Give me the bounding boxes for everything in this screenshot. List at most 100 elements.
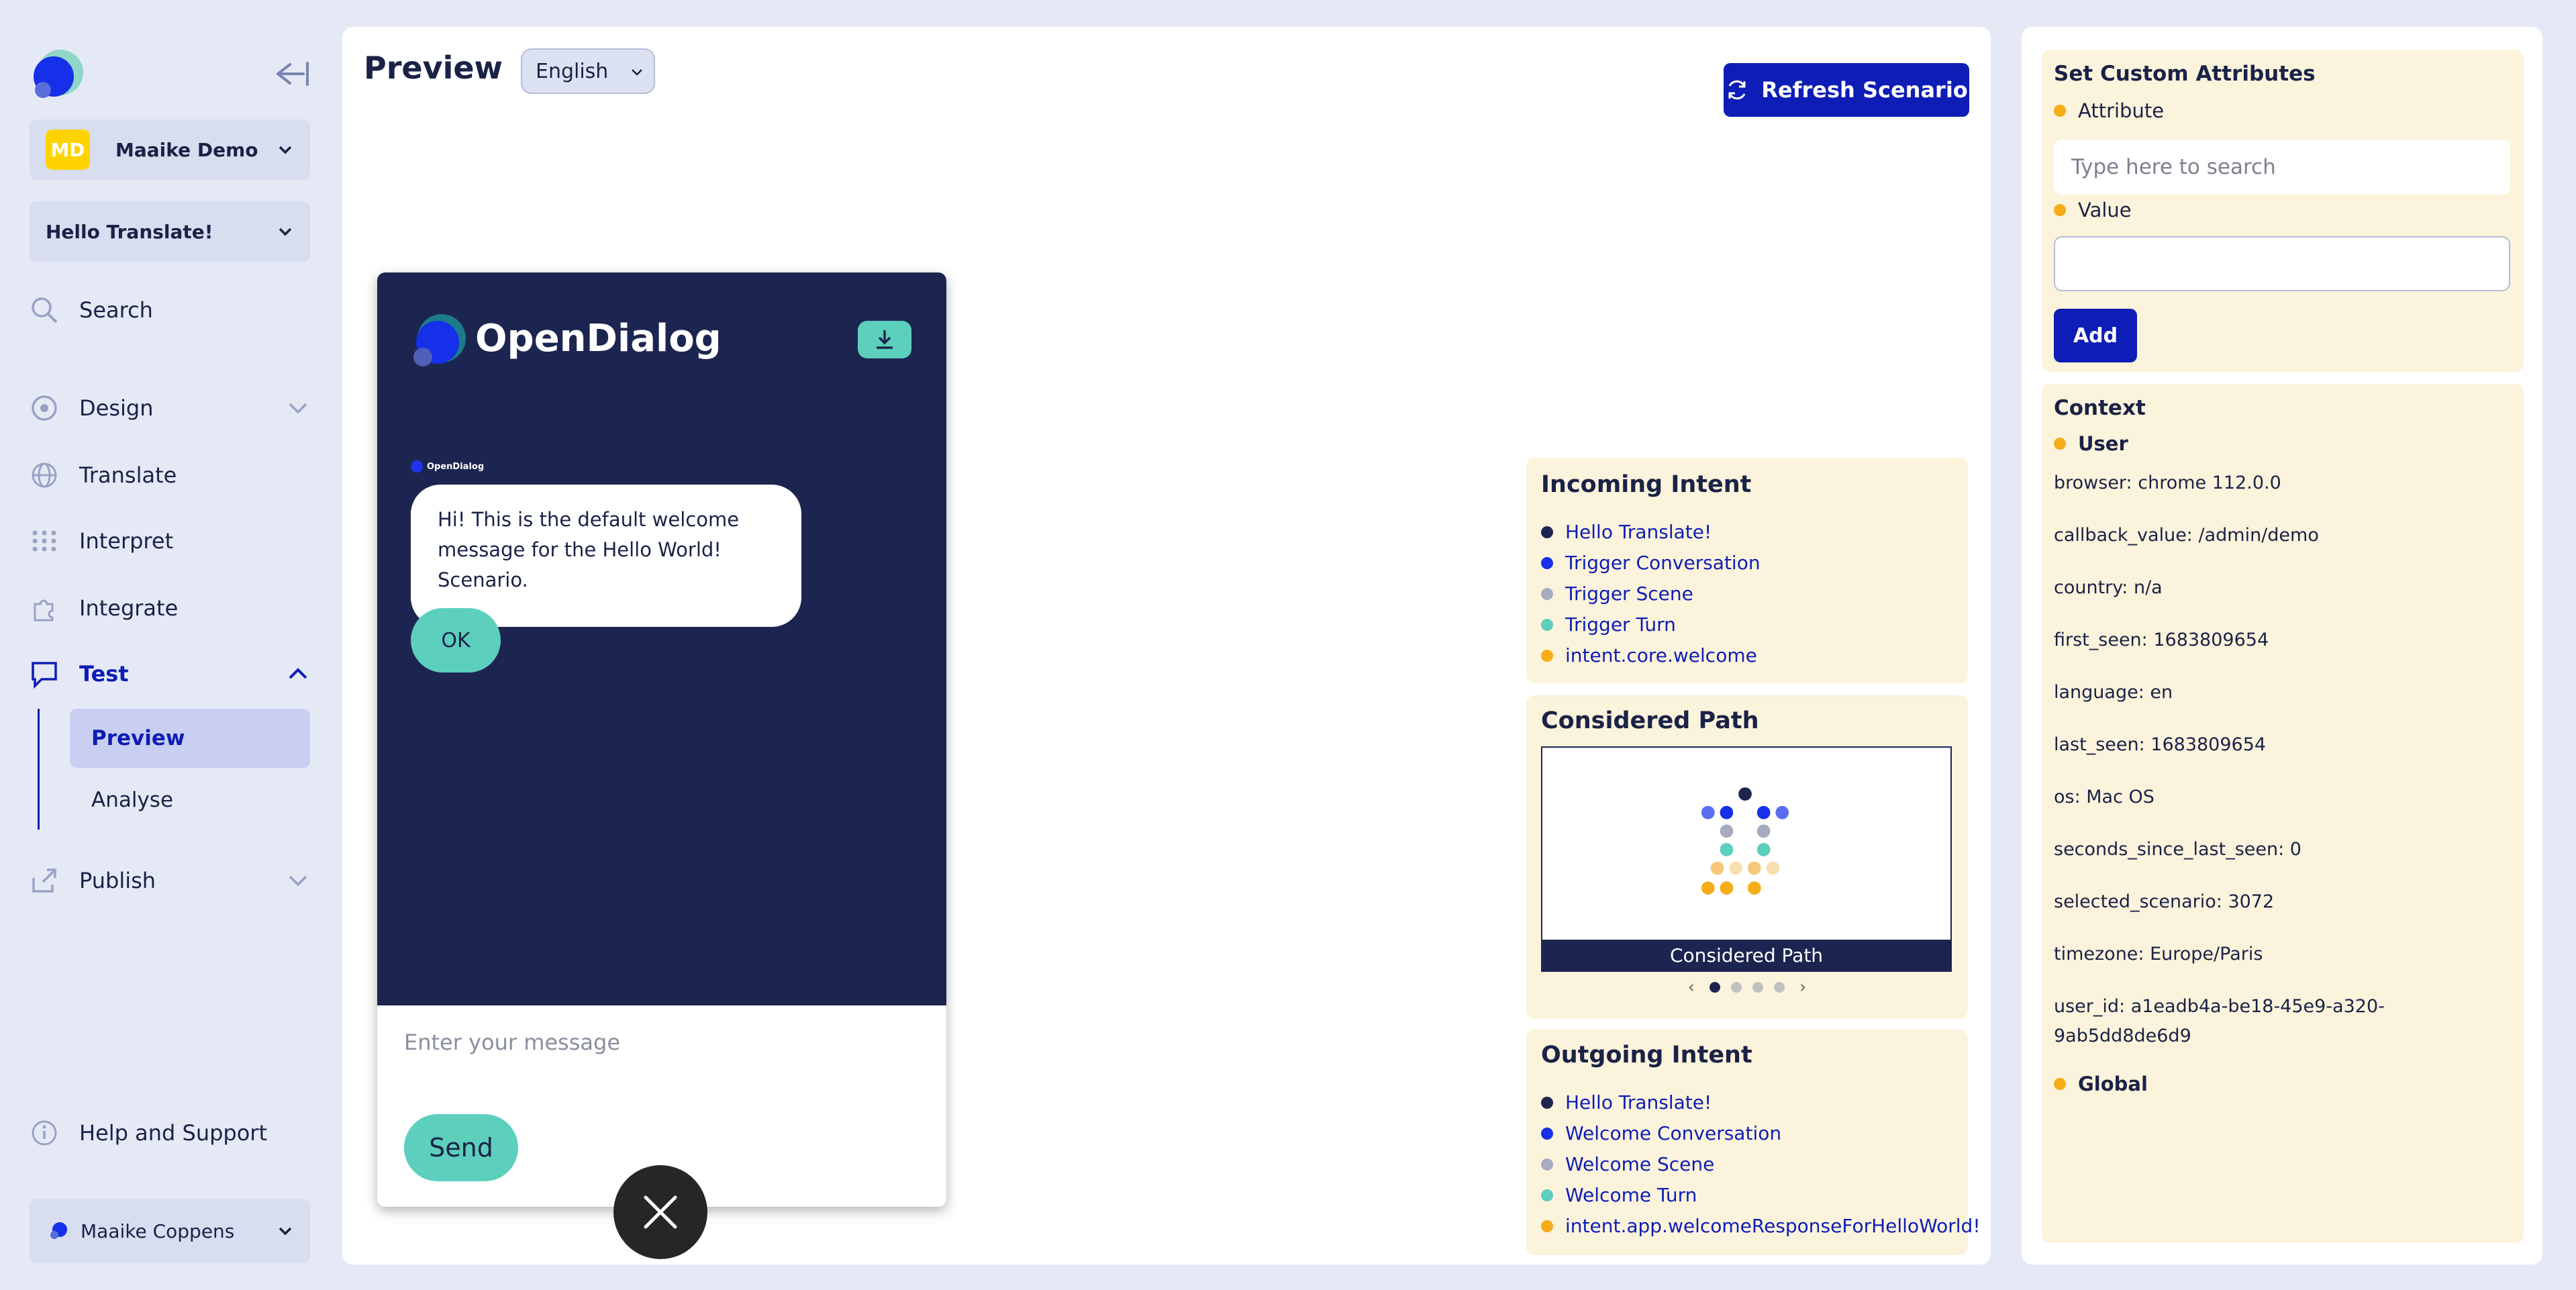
considered-path-title: Considered Path — [1541, 707, 1759, 734]
outgoing-item[interactable]: Welcome Turn — [1541, 1184, 1697, 1206]
close-chat-button[interactable] — [613, 1165, 707, 1259]
outgoing-item[interactable]: Hello Translate! — [1541, 1091, 1712, 1113]
puzzle-icon — [34, 599, 54, 622]
page-title: Preview — [364, 50, 503, 86]
nav-interpret[interactable]: Interpret — [30, 521, 318, 561]
scenario-select[interactable]: Hello Translate! — [30, 201, 310, 262]
sender-avatar-icon — [411, 460, 423, 473]
outgoing-item-label: Welcome Scene — [1565, 1153, 1715, 1175]
carousel-next-button[interactable]: › — [1799, 977, 1806, 997]
chevron-down-icon — [279, 228, 292, 236]
status-dot — [2054, 105, 2066, 117]
attribute-search-input[interactable]: Type here to search — [2054, 140, 2510, 195]
carousel-dot[interactable] — [1774, 982, 1785, 993]
nav-help-label: Help and Support — [79, 1120, 267, 1146]
outgoing-item[interactable]: Welcome Conversation — [1541, 1122, 1781, 1144]
incoming-item[interactable]: Trigger Scene — [1541, 583, 1693, 605]
legend-dot — [1541, 1189, 1553, 1201]
context-title: Context — [2054, 396, 2146, 420]
incoming-intent-title: Incoming Intent — [1541, 471, 1752, 498]
incoming-item-label: intent.core.welcome — [1565, 644, 1757, 666]
incoming-item-label: Trigger Turn — [1565, 613, 1676, 636]
nav-integrate[interactable]: Integrate — [30, 588, 318, 628]
legend-dot — [1541, 1220, 1553, 1232]
context-user-label-text: User — [2078, 432, 2128, 455]
chat-icon — [32, 662, 57, 689]
outgoing-item-label: Hello Translate! — [1565, 1091, 1712, 1113]
nav-preview[interactable]: Preview — [70, 709, 310, 768]
carousel-dot[interactable] — [1752, 982, 1763, 993]
context-line: last_seen: 1683809654 — [2054, 734, 2267, 755]
carousel-prev-button[interactable]: ‹ — [1688, 977, 1695, 997]
refresh-icon — [1728, 80, 1746, 100]
legend-dot — [1541, 649, 1553, 662]
download-button[interactable] — [858, 321, 911, 358]
context-line: os: Mac OS — [2054, 787, 2154, 807]
path-graph-image — [1701, 787, 1789, 895]
message-input[interactable]: Enter your message — [404, 1030, 620, 1055]
user-avatar-icon — [50, 1222, 67, 1239]
incoming-item[interactable]: intent.core.welcome — [1541, 644, 1757, 666]
nav-translate[interactable]: Translate — [30, 455, 318, 495]
collapse-sidebar-icon[interactable] — [274, 59, 311, 89]
nav-publish-label: Publish — [79, 868, 156, 893]
close-icon — [644, 1195, 677, 1229]
nav-help[interactable]: Help and Support — [30, 1113, 318, 1153]
language-select[interactable]: English — [521, 48, 655, 94]
nav-search[interactable]: Search — [30, 290, 318, 330]
nav-design[interactable]: Design — [30, 388, 318, 428]
incoming-item[interactable]: Hello Translate! — [1541, 521, 1712, 543]
status-dot — [2054, 438, 2066, 450]
context-line: first_seen: 1683809654 — [2054, 630, 2269, 650]
share-icon — [32, 869, 56, 893]
legend-dot — [1541, 556, 1553, 569]
outgoing-item-label: intent.app.welcomeResponseForHelloWorld! — [1565, 1215, 1981, 1237]
chevron-down-icon — [279, 1227, 292, 1236]
status-dot — [2054, 1078, 2066, 1090]
user-name: Maaike Coppens — [81, 1220, 235, 1242]
nav-analyse[interactable]: Analyse — [70, 771, 310, 830]
context-line: seconds_since_last_seen: 0 — [2054, 839, 2301, 860]
carousel-pager: ‹ › — [1526, 977, 1968, 997]
refresh-scenario-button[interactable]: Refresh Scenario — [1724, 63, 1969, 117]
sidebar: MD Maaike Demo Hello Translate! Search D… — [0, 0, 329, 1290]
context-line: user_id: a1eadb4a-be18-45e9-a320-9ab5dd8… — [2054, 996, 2385, 1046]
chevron-down-icon — [632, 69, 642, 76]
nav-publish[interactable]: Publish — [30, 860, 318, 901]
chevron-up-icon — [289, 668, 307, 679]
user-menu[interactable]: Maaike Coppens — [30, 1199, 310, 1263]
incoming-item-label: Hello Translate! — [1565, 521, 1712, 543]
value-label-text: Value — [2078, 199, 2132, 221]
outgoing-item[interactable]: intent.app.welcomeResponseForHelloWorld! — [1541, 1215, 1981, 1237]
carousel-dot[interactable] — [1731, 982, 1742, 993]
send-button[interactable]: Send — [404, 1114, 518, 1181]
incoming-item[interactable]: Trigger Conversation — [1541, 552, 1761, 574]
search-icon — [32, 297, 58, 324]
context-line: country: n/a — [2054, 577, 2163, 598]
incoming-item[interactable]: Trigger Turn — [1541, 613, 1676, 636]
value-input[interactable] — [2054, 236, 2510, 291]
value-label: Value — [2054, 199, 2132, 221]
workspace-select[interactable]: MD Maaike Demo — [30, 119, 310, 180]
widget-brand-title: OpenDialog — [475, 317, 722, 360]
add-attribute-button[interactable]: Add — [2054, 309, 2137, 362]
outgoing-item[interactable]: Welcome Scene — [1541, 1153, 1714, 1175]
refresh-scenario-label: Refresh Scenario — [1761, 77, 1968, 103]
opendialog-logo-icon — [413, 314, 466, 366]
nav-test[interactable]: Test — [30, 654, 318, 694]
legend-dot — [1541, 1127, 1553, 1140]
carousel-dot[interactable] — [1710, 982, 1720, 993]
chevron-down-icon — [289, 403, 307, 414]
nav-search-label: Search — [79, 297, 153, 323]
bot-message-bubble: Hi! This is the default welcome message … — [411, 485, 801, 627]
considered-path-carousel[interactable]: Considered Path — [1541, 746, 1952, 972]
nav-design-label: Design — [79, 395, 154, 421]
legend-dot — [1541, 1158, 1553, 1171]
workspace-name: Maaike Demo — [115, 138, 258, 161]
workspace-badge: MD — [46, 130, 90, 170]
chevron-down-icon — [289, 875, 307, 887]
legend-dot — [1541, 587, 1553, 600]
context-line: callback_value: /admin/demo — [2054, 525, 2319, 546]
app-logo-icon[interactable] — [28, 46, 86, 103]
ok-button[interactable]: OK — [411, 608, 501, 673]
